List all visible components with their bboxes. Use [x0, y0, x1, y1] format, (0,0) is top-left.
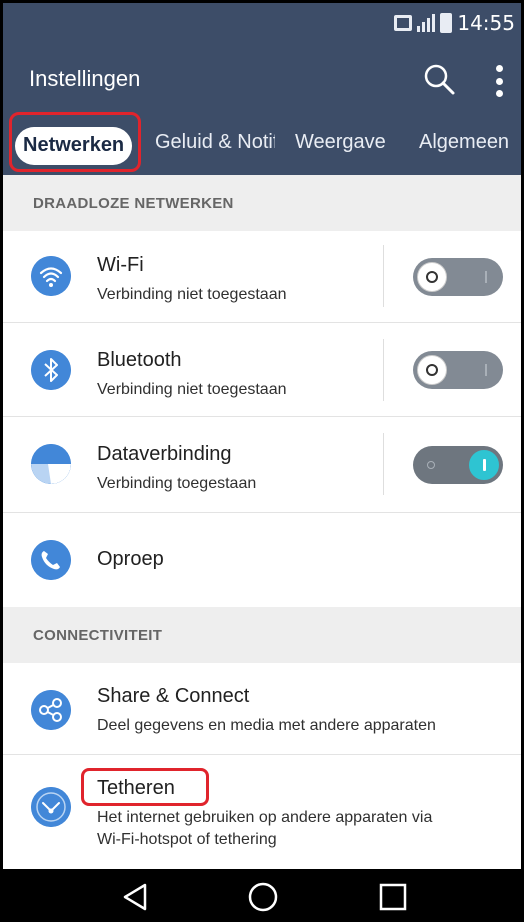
signal-icon — [417, 14, 436, 32]
list-item-call[interactable]: Oproep — [3, 513, 521, 607]
list-item-bluetooth[interactable]: Bluetooth Verbinding niet toegestaan — [3, 323, 521, 417]
section-header-label: CONNECTIVITEIT — [33, 627, 163, 644]
tab-highlight-annotation — [9, 112, 141, 172]
tab-algemeen[interactable]: Algemeen — [419, 131, 509, 154]
tethering-highlight-annotation — [81, 768, 209, 806]
recents-icon[interactable] — [375, 879, 411, 915]
page-title: Instellingen — [29, 66, 141, 91]
search-icon[interactable] — [421, 61, 457, 97]
back-icon[interactable] — [117, 879, 153, 915]
app-bar: Instellingen — [3, 43, 521, 115]
phone-icon — [31, 540, 71, 580]
share-connect-icon — [31, 690, 71, 730]
share-connect-subtitle: Deel gegevens en media met andere appara… — [97, 717, 436, 734]
navigation-bar — [3, 869, 521, 919]
data-connection-icon — [31, 444, 71, 484]
section-header-label: DRAADLOZE NETWERKEN — [33, 195, 234, 212]
section-header-connectivity: CONNECTIVITEIT — [3, 607, 521, 663]
battery-icon — [440, 13, 453, 33]
tab-weergave[interactable]: Weergave — [295, 131, 386, 154]
bluetooth-subtitle: Verbinding niet toegestaan — [97, 381, 287, 398]
status-time: 14:55 — [457, 11, 515, 35]
tethering-subtitle-line2: Wi-Fi-hotspot of tethering — [97, 831, 277, 848]
tab-geluid-notificaties[interactable]: Geluid & Notificaties — [155, 131, 275, 154]
wifi-title: Wi-Fi — [97, 254, 144, 276]
bluetooth-title: Bluetooth — [97, 349, 182, 371]
data-connection-toggle[interactable] — [413, 446, 503, 484]
wifi-subtitle: Verbinding niet toegestaan — [97, 286, 287, 303]
bluetooth-icon — [31, 350, 71, 390]
status-icons: 14:55 — [394, 11, 515, 35]
divider — [383, 245, 384, 307]
list-item-share-connect[interactable]: Share & Connect Deel gegevens en media m… — [3, 663, 521, 755]
status-bar: 14:55 — [3, 3, 521, 43]
share-connect-title: Share & Connect — [97, 685, 250, 707]
tethering-subtitle-line1: Het internet gebruiken op andere apparat… — [97, 809, 433, 826]
divider — [383, 339, 384, 401]
data-connection-subtitle: Verbinding toegestaan — [97, 475, 257, 492]
divider — [383, 433, 384, 495]
call-title: Oproep — [97, 548, 164, 570]
home-icon[interactable] — [245, 879, 281, 915]
sim-icon — [394, 15, 413, 31]
more-vert-icon[interactable] — [493, 65, 505, 97]
section-header-wireless: DRAADLOZE NETWERKEN — [3, 175, 521, 231]
wifi-toggle[interactable] — [413, 258, 503, 296]
wifi-icon — [31, 256, 71, 296]
tethering-icon — [31, 787, 71, 827]
phone-screen: 14:55 Instellingen Netwerken Geluid & No… — [0, 0, 524, 922]
list-item-wifi[interactable]: Wi-Fi Verbinding niet toegestaan — [3, 231, 521, 323]
bluetooth-toggle[interactable] — [413, 351, 503, 389]
data-connection-title: Dataverbinding — [97, 443, 232, 465]
list-item-data-connection[interactable]: Dataverbinding Verbinding toegestaan — [3, 417, 521, 513]
